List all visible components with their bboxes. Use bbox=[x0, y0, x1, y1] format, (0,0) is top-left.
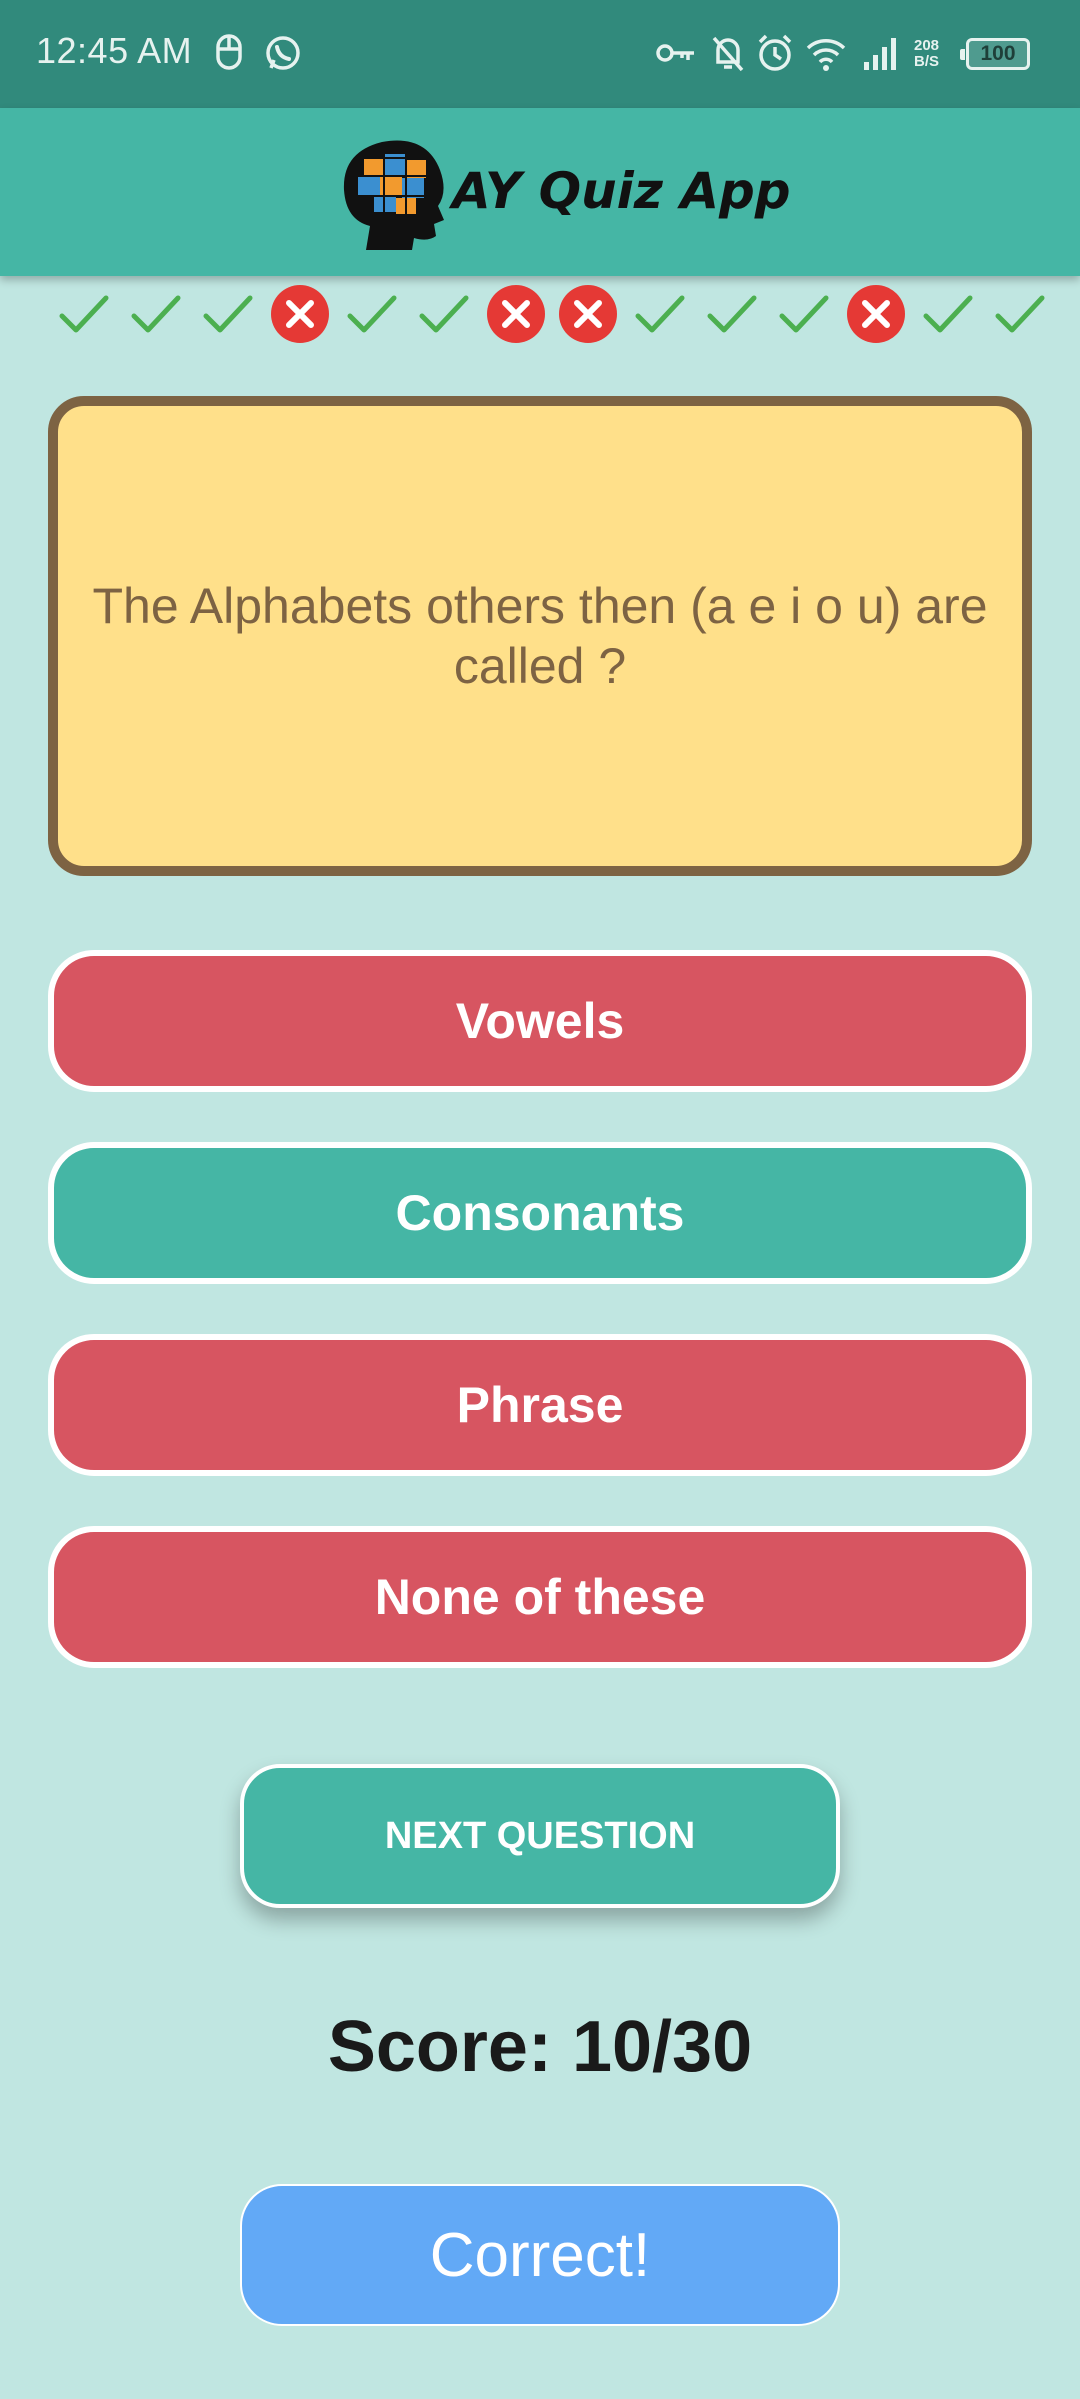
battery-indicator: 100 bbox=[960, 38, 1030, 70]
check-mark-icon bbox=[630, 284, 690, 344]
alarm-icon bbox=[754, 30, 796, 81]
app-bar: AY Quiz App bbox=[0, 108, 1080, 276]
mute-bell-icon bbox=[708, 30, 748, 81]
check-mark-icon bbox=[198, 284, 258, 344]
head-puzzle-logo bbox=[336, 130, 450, 254]
question-card: The Alphabets others then (a e i o u) ar… bbox=[48, 396, 1032, 876]
wrong-mark-icon bbox=[486, 284, 546, 344]
option-vowels-button[interactable]: Vowels bbox=[48, 950, 1032, 1092]
mouse-icon bbox=[212, 30, 246, 81]
check-mark-icon bbox=[918, 284, 978, 344]
network-speed: 208 B/S bbox=[914, 38, 939, 70]
status-bar: 12:45 AM 208 B/S 100 bbox=[0, 0, 1080, 108]
signal-icon bbox=[862, 30, 902, 81]
check-mark-icon bbox=[774, 284, 834, 344]
question-text: The Alphabets others then (a e i o u) ar… bbox=[92, 578, 988, 694]
wrong-mark-icon bbox=[558, 284, 618, 344]
wrong-mark-icon bbox=[846, 284, 906, 344]
next-question-button[interactable]: NEXT QUESTION bbox=[240, 1764, 840, 1908]
result-badge: Correct! bbox=[240, 2184, 840, 2326]
check-mark-icon bbox=[414, 284, 474, 344]
check-mark-icon bbox=[342, 284, 402, 344]
option-phrase-button[interactable]: Phrase bbox=[48, 1334, 1032, 1476]
whatsapp-icon bbox=[262, 30, 304, 81]
network-speed-value: 208 bbox=[914, 37, 940, 54]
check-mark-icon bbox=[990, 284, 1050, 344]
network-speed-unit: B/S bbox=[914, 53, 940, 70]
option-consonants-button[interactable]: Consonants bbox=[48, 1142, 1032, 1284]
app-title: AY Quiz App bbox=[452, 162, 791, 220]
check-mark-icon bbox=[126, 284, 186, 344]
check-mark-icon bbox=[702, 284, 762, 344]
vpn-key-icon bbox=[654, 30, 698, 81]
check-mark-icon bbox=[54, 284, 114, 344]
status-time: 12:45 AM bbox=[36, 30, 193, 71]
option-none-of-these-button[interactable]: None of these bbox=[48, 1526, 1032, 1668]
wrong-mark-icon bbox=[270, 284, 330, 344]
wifi-icon bbox=[804, 30, 848, 81]
answer-history bbox=[0, 284, 1080, 344]
score-text: Score: 10/30 bbox=[327, 2007, 753, 2087]
